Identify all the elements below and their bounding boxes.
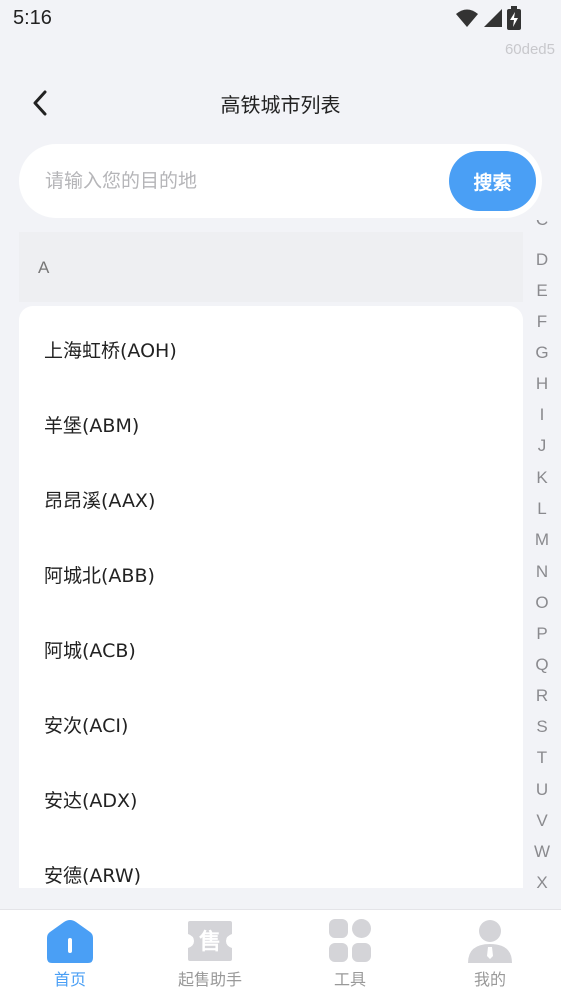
watermark: 60ded5 [504, 41, 555, 58]
index-letter[interactable]: F [528, 312, 556, 332]
city-list-item[interactable]: 阿城北(ABB) [19, 537, 523, 612]
index-letter[interactable]: E [528, 281, 556, 301]
index-letter[interactable]: R [528, 686, 556, 706]
page-title: 高铁城市列表 [220, 93, 341, 117]
index-letter[interactable]: T [528, 748, 556, 768]
search-box: 搜索 [19, 144, 542, 218]
index-letter[interactable]: W [528, 842, 556, 862]
index-letter[interactable]: S [528, 717, 556, 737]
battery-charging-icon [507, 6, 521, 30]
city-list-item[interactable]: 羊堡(ABM) [19, 387, 523, 462]
city-list-item[interactable]: 阿城(ACB) [19, 612, 523, 687]
grid-tools-icon [329, 919, 371, 962]
status-icons [455, 6, 521, 30]
index-letter[interactable]: M [528, 530, 556, 550]
index-letter[interactable]: I [528, 405, 556, 425]
index-letter[interactable]: U [528, 780, 556, 800]
city-list-item[interactable]: 安达(ADX) [19, 762, 523, 837]
wifi-icon [456, 9, 478, 27]
index-letter[interactable]: O [528, 593, 556, 613]
index-letter[interactable]: J [528, 436, 556, 456]
signal-icon [484, 9, 502, 27]
home-icon [47, 920, 93, 963]
nav-item-tools[interactable]: 工具 [280, 910, 420, 999]
index-letter[interactable]: P [528, 624, 556, 644]
index-letter[interactable]: Q [528, 655, 556, 675]
city-list-item[interactable]: 上海虹桥(AOH) [19, 312, 523, 387]
index-letter[interactable]: N [528, 562, 556, 582]
header: 高铁城市列表 [0, 78, 561, 128]
section-letter: A [38, 258, 50, 277]
nav-item-sale-assistant[interactable]: 售 起售助手 [140, 910, 280, 999]
user-icon [468, 920, 512, 963]
index-letter[interactable]: L [528, 499, 556, 519]
city-list-item[interactable]: 安次(ACI) [19, 687, 523, 762]
nav-label-mine: 我的 [473, 970, 506, 989]
index-letter[interactable]: X [528, 873, 556, 890]
city-list-item[interactable]: 昂昂溪(AAX) [19, 462, 523, 537]
nav-item-home[interactable]: 首页 [0, 910, 140, 999]
ticket-sale-icon: 售 [188, 921, 232, 961]
index-letter[interactable]: G [528, 343, 556, 363]
index-letter[interactable]: K [528, 468, 556, 488]
alphabet-index[interactable]: C D E F G H I J K L M N O P Q R S T U V … [528, 220, 556, 890]
city-list-item[interactable]: 安德(ARW) [19, 837, 523, 888]
search-button[interactable]: 搜索 [449, 151, 536, 211]
index-letter[interactable]: D [528, 250, 556, 270]
nav-label-tools: 工具 [333, 970, 366, 989]
index-letter[interactable]: C [528, 220, 556, 230]
status-time: 5:16 [13, 7, 52, 29]
index-letter[interactable]: V [528, 811, 556, 831]
nav-item-mine[interactable]: 我的 [420, 910, 560, 999]
section-header: A [19, 232, 523, 302]
nav-label-sale-assistant: 起售助手 [177, 970, 242, 989]
city-list: 上海虹桥(AOH) 羊堡(ABM) 昂昂溪(AAX) 阿城北(ABB) 阿城(A… [19, 306, 523, 888]
bottom-nav: 首页 售 起售助手 工具 我的 [0, 909, 561, 999]
status-bar: 5:16 [0, 0, 561, 40]
svg-text:售: 售 [199, 929, 221, 955]
index-letter[interactable]: H [528, 374, 556, 394]
search-input[interactable] [45, 161, 435, 201]
nav-label-home: 首页 [53, 970, 86, 989]
